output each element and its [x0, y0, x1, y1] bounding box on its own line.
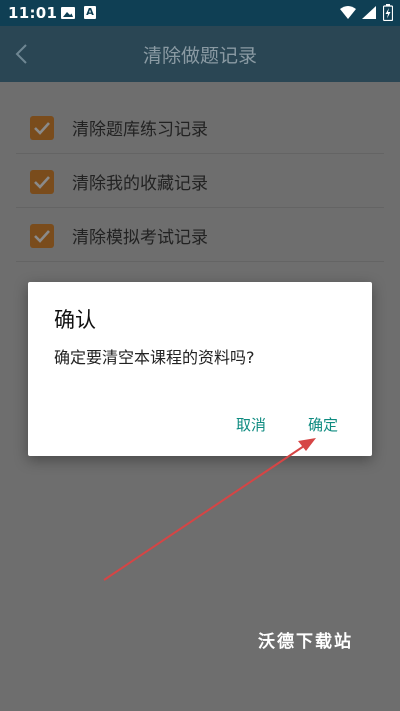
checkbox-checked-icon[interactable] [30, 170, 54, 194]
cancel-button[interactable]: 取消 [236, 414, 266, 435]
dialog-title: 确认 [54, 308, 96, 332]
dialog-message: 确定要清空本课程的资料吗? [54, 348, 255, 367]
wifi-icon [340, 6, 356, 19]
option-item-favorites[interactable]: 清除我的收藏记录 [16, 154, 384, 208]
option-item-practice[interactable]: 清除题库练习记录 [16, 100, 384, 154]
option-label: 清除题库练习记录 [72, 120, 208, 140]
checkbox-checked-icon[interactable] [30, 224, 54, 248]
image-icon [61, 7, 75, 19]
checkbox-checked-icon[interactable] [30, 116, 54, 140]
option-label: 清除我的收藏记录 [72, 174, 208, 194]
confirm-dialog: 确认 确定要清空本课程的资料吗? 取消 确定 [28, 282, 372, 456]
app-bar: 清除做题记录 [0, 26, 400, 82]
option-label: 清除模拟考试记录 [72, 228, 208, 248]
a-app-icon: A [84, 6, 96, 19]
battery-charging-icon [383, 4, 393, 21]
status-time: 11:01 [8, 4, 58, 22]
page-title: 清除做题记录 [142, 45, 257, 67]
watermark: 沃德下载站 [258, 632, 353, 652]
status-bar: 11:01 A [0, 0, 400, 26]
signal-icon [362, 6, 376, 19]
option-item-mock-exam[interactable]: 清除模拟考试记录 [16, 208, 384, 262]
confirm-button[interactable]: 确定 [308, 414, 338, 435]
